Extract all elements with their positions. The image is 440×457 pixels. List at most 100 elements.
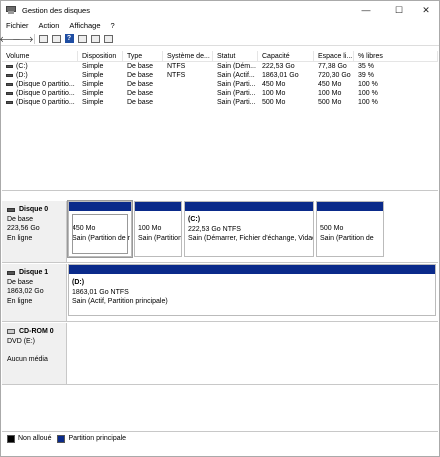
list-view-icon[interactable]	[51, 34, 61, 44]
cdrom-0-body[interactable]	[67, 323, 438, 385]
hard-disk-icon	[7, 270, 15, 275]
column-header-status[interactable]: Statut	[213, 51, 258, 61]
disk-1-row: Disque 1 De base 1863,02 Go En ligne (D:…	[2, 264, 438, 322]
legend-primary-partition: Partition principale	[57, 434, 126, 443]
volume-row-partition-500[interactable]: (Disque 0 partitio... Simple De base Sai…	[2, 98, 438, 107]
partition-title: (C:)	[188, 216, 201, 223]
volume-filesystem	[163, 89, 213, 98]
partition-size: 222,53 Go NTFS	[188, 225, 241, 233]
volume-row-d[interactable]: (D:) Simple De base NTFS Sain (Actif... …	[2, 71, 438, 80]
settings-icon[interactable]	[103, 34, 113, 44]
volume-status: Sain (Parti...	[217, 81, 256, 88]
legend: Non alloué Partition principale	[2, 431, 438, 445]
column-header-percent-free[interactable]: % libres	[354, 51, 438, 61]
console-tree-icon[interactable]	[38, 34, 48, 44]
disk-1-label[interactable]: Disque 1 De base 1863,02 Go En ligne	[2, 264, 67, 322]
volume-type: De base	[127, 63, 154, 70]
hard-disk-icon	[7, 207, 15, 212]
volume-free-space: 720,30 Go	[318, 72, 351, 79]
disk-graphical-view: Disque 0 De base 223,56 Go En ligne 450 …	[2, 197, 438, 427]
window-title: Gestion des disques	[22, 5, 90, 15]
menu-action[interactable]: Action	[34, 21, 65, 30]
column-header-volume[interactable]: Volume	[2, 51, 78, 61]
volume-status: Sain (Dém...	[217, 63, 256, 70]
legend-swatch	[7, 434, 15, 443]
refresh-icon[interactable]	[90, 34, 100, 44]
partition-d[interactable]: (D:) 1863,01 Go NTFS Sain (Actif, Partit…	[68, 264, 436, 316]
volume-status: Sain (Actif...	[217, 72, 255, 79]
volume-disposition: Simple	[82, 99, 104, 106]
volume-percent-free: 35 %	[358, 63, 374, 70]
volume-disposition: Simple	[82, 72, 104, 79]
menu-fichier[interactable]: Fichier	[1, 21, 34, 30]
volume-name: (Disque 0 partitio...	[16, 99, 75, 106]
disk-type: De base	[7, 215, 34, 223]
disk-management-window: Gestion des disques — ☐ ✕ Fichier Action…	[0, 0, 440, 457]
column-header-filesystem[interactable]: Système de...	[163, 51, 213, 61]
volume-capacity: 500 Mo	[262, 99, 286, 106]
volume-percent-free: 100 %	[358, 90, 378, 97]
volume-icon	[6, 100, 13, 104]
disk-name: Disque 0	[19, 206, 49, 213]
help-icon[interactable]: ?	[64, 34, 74, 44]
cd-drive-icon	[7, 329, 15, 335]
volume-list: Volume Disposition Type Système de... St…	[2, 51, 438, 191]
volume-type: De base	[127, 99, 154, 106]
disk-management-app-icon	[6, 5, 16, 15]
column-header-free-space[interactable]: Espace li...	[314, 51, 354, 61]
partition-size: 100 Mo	[138, 225, 162, 232]
volume-capacity: 450 Mo	[262, 81, 286, 88]
column-header-capacity[interactable]: Capacité	[258, 51, 314, 61]
volume-row-partition-100[interactable]: (Disque 0 partitio... Simple De base Sai…	[2, 89, 438, 98]
volume-free-space: 500 Mo	[318, 99, 342, 106]
volume-capacity: 222,53 Go	[262, 63, 295, 70]
close-button[interactable]: ✕	[411, 1, 440, 19]
volume-status: Sain (Parti...	[217, 99, 256, 106]
toolbar-separator	[34, 33, 35, 44]
disk-status: En ligne	[7, 234, 33, 242]
partition-status: Sain (Actif, Partition principale)	[72, 298, 168, 305]
partition-500mo[interactable]: 500 Mo Sain (Partition de	[316, 201, 384, 257]
disk-status: Aucun média	[7, 356, 48, 363]
legend-swatch	[57, 434, 66, 443]
disk-0-row: Disque 0 De base 223,56 Go En ligne 450 …	[2, 200, 438, 263]
partition-size: 500 Mo	[320, 225, 344, 232]
volume-icon	[6, 73, 13, 77]
volume-name: (D:)	[16, 72, 28, 79]
partition-size: 1863,01 Go NTFS	[72, 288, 129, 296]
volume-filesystem: NTFS	[167, 72, 186, 79]
volume-icon	[6, 64, 13, 68]
cdrom-0-label[interactable]: CD-ROM 0 DVD (E:) Aucun média	[2, 323, 67, 385]
disk-0-label[interactable]: Disque 0 De base 223,56 Go En ligne	[2, 201, 67, 263]
disk-size: 223,56 Go	[7, 225, 40, 232]
forward-arrow-icon[interactable]: 🡒	[12, 34, 33, 44]
properties-icon[interactable]	[77, 34, 87, 44]
volume-free-space: 77,38 Go	[318, 63, 347, 70]
minimize-button[interactable]: —	[351, 1, 381, 19]
volume-icon	[6, 91, 13, 95]
menu-help[interactable]: ?	[106, 21, 120, 30]
volume-row-c[interactable]: (C:) Simple De base NTFS Sain (Dém... 22…	[2, 62, 438, 71]
column-header-type[interactable]: Type	[123, 51, 163, 61]
partition-450mo[interactable]: 450 Mo Sain (Partition de r	[67, 200, 133, 258]
disk-type: De base	[7, 278, 34, 286]
disk-name: CD-ROM 0	[19, 328, 54, 335]
disk-type: DVD (E:)	[7, 337, 35, 345]
column-header-disposition[interactable]: Disposition	[78, 51, 123, 61]
toolbar: 🡐 🡒 ?	[0, 32, 439, 46]
partition-status: Sain (Partition de	[320, 234, 374, 242]
partition-status: Sain (Partition du	[138, 234, 181, 242]
volume-status: Sain (Parti...	[217, 90, 256, 97]
maximize-button[interactable]: ☐	[384, 1, 414, 19]
partition-c[interactable]: (C:) 222,53 Go NTFS Sain (Démarrer, Fich…	[184, 201, 314, 257]
volume-filesystem	[163, 80, 213, 89]
volume-percent-free: 39 %	[358, 72, 374, 79]
partition-100mo[interactable]: 100 Mo Sain (Partition du	[134, 201, 182, 257]
menu-affichage[interactable]: Affichage	[64, 21, 105, 30]
volume-row-partition-450[interactable]: (Disque 0 partitio... Simple De base Sai…	[2, 80, 438, 89]
legend-unallocated: Non alloué	[7, 434, 51, 443]
volume-name: (Disque 0 partitio...	[16, 90, 75, 97]
volume-type: De base	[127, 81, 154, 88]
volume-free-space: 100 Mo	[318, 90, 342, 97]
volume-icon	[6, 82, 13, 86]
